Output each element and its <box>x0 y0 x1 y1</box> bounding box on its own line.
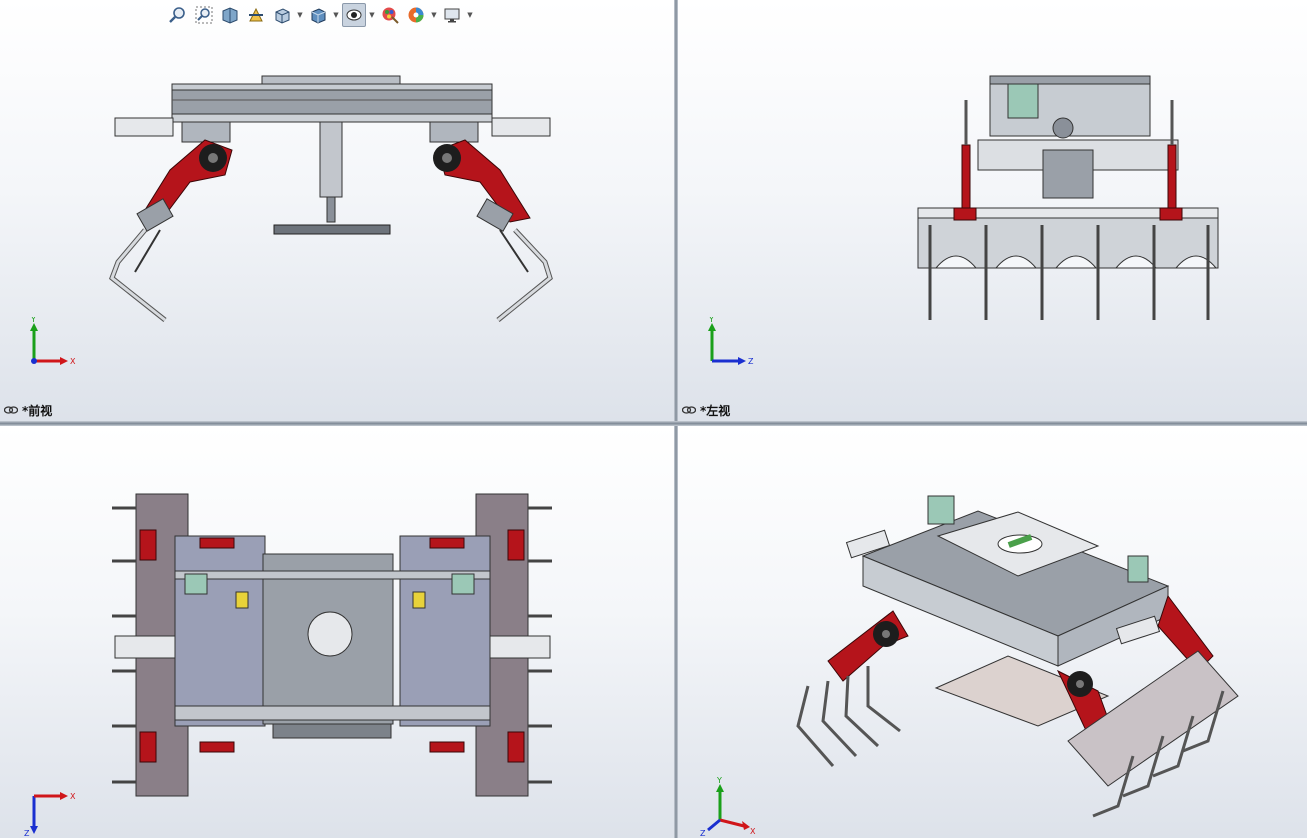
axis-label-z: Z <box>748 357 754 366</box>
link-views-icon <box>3 404 19 418</box>
axis-label-y: Y <box>30 317 36 324</box>
view-name-text: *前视 <box>22 404 53 418</box>
link-views-icon <box>681 404 697 418</box>
top-view-model[interactable] <box>0 426 674 838</box>
axis-label-y: Y <box>708 317 714 324</box>
triad-axes: Z X <box>24 792 76 836</box>
axis-label-x: X <box>70 792 76 801</box>
view-name-text: *左视 <box>700 404 731 418</box>
viewport-front[interactable]: ▼ ▼ ▼ ▼ ▼ Y X *前视 <box>0 0 674 421</box>
axis-label-x: X <box>70 357 76 366</box>
viewport-top[interactable]: Z X <box>0 426 674 838</box>
triad-axes: Y X Z <box>700 776 756 836</box>
axis-label-x: X <box>750 827 756 836</box>
left-view-model[interactable] <box>678 0 1307 421</box>
axis-label-y: Y <box>716 776 722 785</box>
viewport-horizontal-splitter[interactable] <box>0 421 1307 426</box>
front-view-model[interactable] <box>0 0 674 421</box>
view-name-label[interactable]: *左视 <box>681 402 731 419</box>
triad-axes: Y X <box>30 317 76 366</box>
view-name-label[interactable]: *前视 <box>3 402 53 419</box>
viewport-vertical-splitter[interactable] <box>674 0 678 838</box>
axis-label-z: Z <box>700 829 706 836</box>
isometric-view-model[interactable] <box>678 426 1307 838</box>
triad-axes: Y Z <box>708 317 754 366</box>
viewport-left[interactable]: Y Z *左视 <box>678 0 1307 421</box>
viewport-isometric[interactable]: Y X Z <box>678 426 1307 838</box>
axis-label-z: Z <box>24 829 30 836</box>
